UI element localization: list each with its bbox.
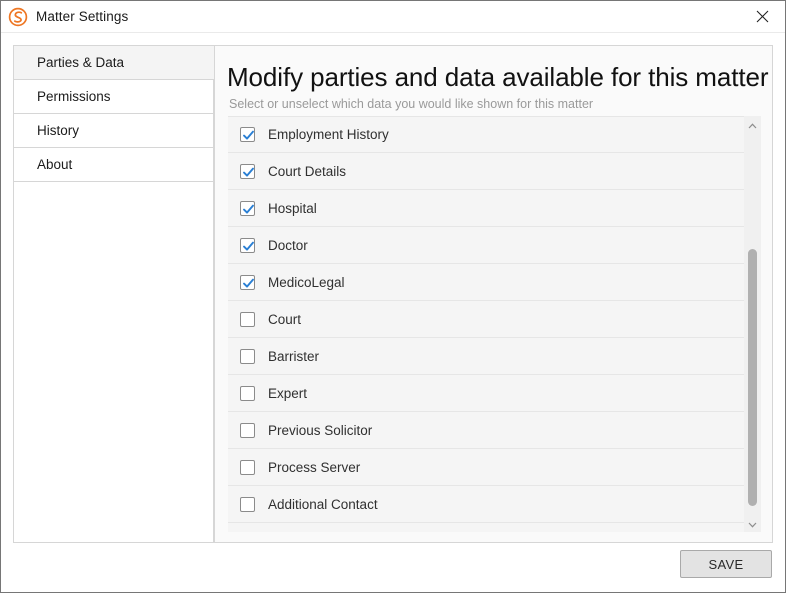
close-icon xyxy=(756,10,769,23)
list-item[interactable]: Hospital xyxy=(228,190,744,227)
checkbox-checked[interactable] xyxy=(240,274,255,290)
list-item-label: Court Details xyxy=(268,163,347,179)
list-item-label: Expert xyxy=(268,385,308,401)
save-button-label: SAVE xyxy=(708,556,744,572)
checkbox-unchecked[interactable] xyxy=(240,385,255,401)
checkbox-checked[interactable] xyxy=(240,237,255,253)
footer-bar: SAVE xyxy=(1,543,785,592)
list-item[interactable]: MedicoLegal xyxy=(228,264,744,301)
list-item-label: MedicoLegal xyxy=(268,274,345,290)
scroll-down-button[interactable] xyxy=(744,515,761,532)
list-item-label: Previous Solicitor xyxy=(268,422,373,438)
list-item[interactable]: Court xyxy=(228,301,744,338)
list-item-label: Hospital xyxy=(268,200,317,216)
content-area: Parties & Data Permissions History About… xyxy=(13,45,773,543)
list-item[interactable]: Expert xyxy=(228,375,744,412)
window-title: Matter Settings xyxy=(36,9,129,24)
list-item[interactable]: Previous Solicitor xyxy=(228,412,744,449)
list-item-label: Court xyxy=(268,311,302,327)
checkbox-unchecked[interactable] xyxy=(240,496,255,512)
list-item[interactable]: Barrister xyxy=(228,338,744,375)
list-item-label: Process Server xyxy=(268,459,361,475)
scroll-up-button[interactable] xyxy=(744,116,761,133)
checkbox-unchecked[interactable] xyxy=(240,422,255,438)
sidebar-item-parties-and-data[interactable]: Parties & Data xyxy=(13,45,215,79)
title-bar: Matter Settings xyxy=(1,1,785,33)
sidebar-item-label: Permissions xyxy=(37,89,111,104)
list-item[interactable]: Process Server xyxy=(228,449,744,486)
list-item[interactable]: Doctor xyxy=(228,227,744,264)
save-button[interactable]: SAVE xyxy=(680,550,772,578)
list-item-label: Additional Contact xyxy=(268,496,378,512)
list-item-label: Barrister xyxy=(268,348,320,364)
sidebar-item-permissions[interactable]: Permissions xyxy=(13,79,214,113)
checkbox-checked[interactable] xyxy=(240,163,255,179)
sidebar-item-label: History xyxy=(37,123,80,138)
list-item[interactable]: Court Details xyxy=(228,153,744,190)
sidebar-item-label: About xyxy=(37,157,73,172)
matter-settings-window: Matter Settings Parties & Data Permissio… xyxy=(0,0,786,593)
checkbox-unchecked[interactable] xyxy=(240,348,255,364)
swirl-s-logo-icon xyxy=(7,6,29,28)
sidebar-item-label: Parties & Data xyxy=(37,55,125,70)
chevron-down-icon xyxy=(748,515,757,533)
close-button[interactable] xyxy=(740,1,785,32)
page-subtitle: Select or unselect which data you would … xyxy=(229,97,594,111)
checkbox-unchecked[interactable] xyxy=(240,459,255,475)
sidebar-item-about[interactable]: About xyxy=(13,147,214,181)
main-panel: Modify parties and data available for th… xyxy=(214,45,773,543)
data-options-list: Employment History Court Details Hospital D… xyxy=(228,116,761,532)
checkbox-unchecked[interactable] xyxy=(240,311,255,327)
checkbox-checked[interactable] xyxy=(240,200,255,216)
sidebar: Parties & Data Permissions History About xyxy=(13,45,215,543)
sidebar-empty-area xyxy=(13,181,214,543)
list-item[interactable]: Additional Contact xyxy=(228,486,744,523)
chevron-up-icon xyxy=(748,116,757,134)
checkbox-checked[interactable] xyxy=(240,127,255,142)
list-item-label: Employment History xyxy=(268,127,389,142)
scrollbar-thumb[interactable] xyxy=(748,249,757,506)
list-item[interactable]: Employment History xyxy=(228,116,744,153)
list-scrollbar[interactable] xyxy=(744,116,761,532)
page-title: Modify parties and data available for th… xyxy=(227,62,769,92)
sidebar-item-history[interactable]: History xyxy=(13,113,214,147)
list-item-label: Doctor xyxy=(268,237,308,253)
list-rows-container: Employment History Court Details Hospital D… xyxy=(228,116,744,523)
